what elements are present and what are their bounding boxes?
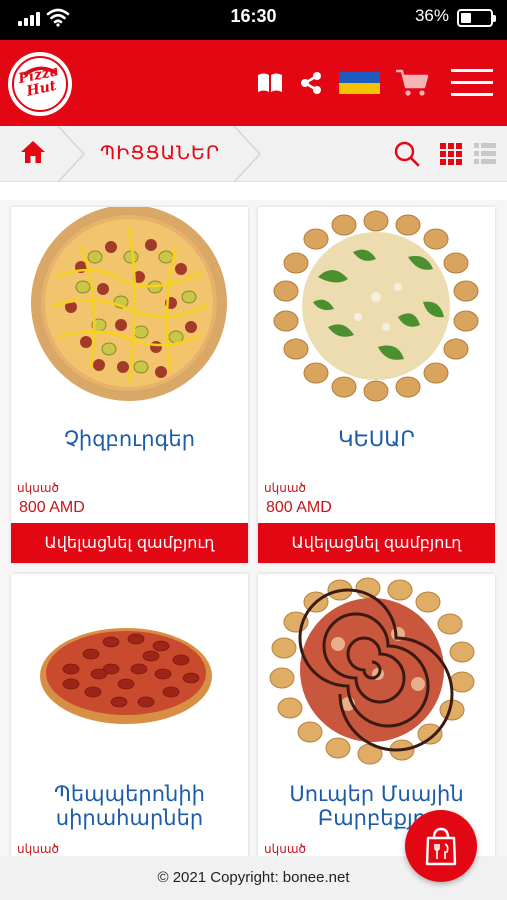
grid-view-icon[interactable] — [440, 143, 462, 169]
price-from-label: սկսած — [17, 481, 59, 495]
cart-icon[interactable] — [394, 40, 430, 126]
battery-percent: 36% — [414, 6, 449, 25]
floating-order-button[interactable] — [405, 810, 477, 882]
product-name[interactable]: ԿԵՍԱՐ — [258, 427, 495, 451]
battery-icon — [457, 9, 496, 27]
breadcrumb-separator-icon — [233, 126, 262, 182]
add-to-cart-button[interactable]: Ավելացնել զամբյուղ — [11, 523, 248, 563]
add-to-cart-button[interactable]: Ավելացնել զամբյուղ — [258, 523, 495, 563]
price-from-label: սկսած — [17, 842, 59, 856]
caesar-pizza-image[interactable] — [258, 207, 495, 407]
list-view-icon[interactable] — [474, 143, 496, 169]
search-icon[interactable] — [394, 141, 420, 171]
app-header: Pizza Hut — [0, 40, 507, 126]
hamburger-menu-icon[interactable] — [450, 40, 494, 126]
share-icon[interactable] — [298, 40, 324, 126]
product-grid: Չիզբուրգեր սկսած 800 AMD Ավելացնել զամբյ… — [0, 200, 507, 856]
product-card[interactable]: Պեպպերոնիի սիրահարներ սկսած — [11, 574, 248, 856]
pepperoni-lovers-pizza-image[interactable] — [11, 574, 248, 774]
product-price: 800 AMD — [266, 499, 332, 516]
super-meat-bbq-pizza-image[interactable] — [258, 574, 495, 774]
product-card[interactable]: Սուպեր Մսային Բարբեքյու սկսած — [258, 574, 495, 856]
breadcrumb-separator-icon — [57, 126, 86, 182]
cheeseburger-pizza-image[interactable] — [11, 207, 248, 407]
flag-ukraine-icon[interactable] — [338, 40, 380, 126]
price-from-label: սկսած — [264, 481, 306, 495]
pizza-hut-logo[interactable]: Pizza Hut — [8, 52, 72, 116]
home-icon[interactable] — [20, 140, 46, 168]
product-name[interactable]: Չիզբուրգեր — [11, 427, 248, 451]
price-from-label: սկսած — [264, 842, 306, 856]
status-bar: 16:30 36% — [0, 0, 507, 40]
breadcrumb: ՊԻՑՑԱՆԵՐ — [0, 126, 507, 182]
breadcrumb-current[interactable]: ՊԻՑՑԱՆԵՐ — [100, 142, 220, 164]
product-name[interactable]: Պեպպերոնիի սիրահարներ — [11, 782, 248, 830]
product-card[interactable]: Չիզբուրգեր սկսած 800 AMD Ավելացնել զամբյ… — [11, 207, 248, 563]
product-card[interactable]: ԿԵՍԱՐ սկսած 800 AMD Ավելացնել զամբյուղ — [258, 207, 495, 563]
product-price: 800 AMD — [19, 499, 85, 516]
shopping-bag-icon — [425, 827, 457, 866]
book-icon[interactable] — [256, 40, 284, 126]
battery-fill — [461, 13, 471, 23]
